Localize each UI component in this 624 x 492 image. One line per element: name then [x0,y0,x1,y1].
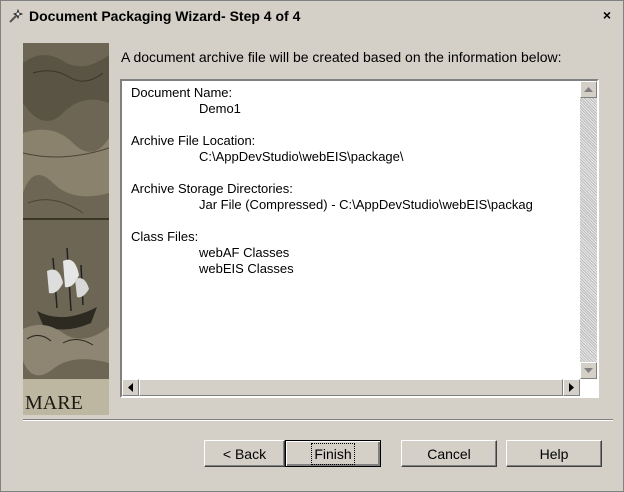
back-button-label: < Back [222,445,267,462]
arrow-left-icon [127,383,133,392]
close-button[interactable]: × [597,6,617,24]
class-file-item: webAF Classes [199,245,290,260]
back-button[interactable]: < Back [204,440,285,467]
storage-directories-value: Jar File (Compressed) - C:\AppDevStudio\… [199,197,533,212]
finish-button-label: Finish [311,442,355,465]
document-name-label: Document Name: [131,85,233,100]
scroll-right-button[interactable] [563,379,580,396]
cancel-button[interactable]: Cancel [401,440,497,467]
vertical-scrollbar[interactable] [580,81,597,379]
archive-location-label: Archive File Location: [131,133,256,148]
arrow-up-icon [584,86,593,92]
horizontal-scroll-thumb[interactable] [139,379,563,396]
document-name-value: Demo1 [199,101,241,116]
class-file-item: webEIS Classes [199,261,294,276]
map-art-text: MARE [25,392,83,414]
help-button-label: Help [539,445,569,462]
separator-highlight [23,420,613,421]
cancel-button-label: Cancel [427,445,471,462]
map-artwork: MARE [23,43,109,415]
scroll-left-button[interactable] [122,379,139,396]
help-button[interactable]: Help [506,440,602,467]
summary-panel: Document Name: Demo1 Archive File Locati… [120,79,599,398]
arrow-down-icon [584,367,593,373]
class-files-label: Class Files: [131,229,199,244]
window-title: Document Packaging Wizard- Step 4 of 4 [29,8,301,24]
arrow-right-icon [568,383,574,392]
wizard-window: Document Packaging Wizard- Step 4 of 4 ×… [0,0,624,492]
wizard-icon [7,7,25,25]
storage-directories-label: Archive Storage Directories: [131,181,293,196]
scroll-up-button[interactable] [580,81,597,98]
finish-button[interactable]: Finish [285,440,381,467]
title-bar: Document Packaging Wizard- Step 4 of 4 × [3,3,621,29]
horizontal-scrollbar[interactable] [122,379,580,396]
scroll-down-button[interactable] [580,362,597,379]
summary-content: Document Name: Demo1 Archive File Locati… [131,85,571,375]
archive-location-value: C:\AppDevStudio\webEIS\package\ [199,149,404,164]
intro-text: A document archive file will be created … [121,49,562,65]
